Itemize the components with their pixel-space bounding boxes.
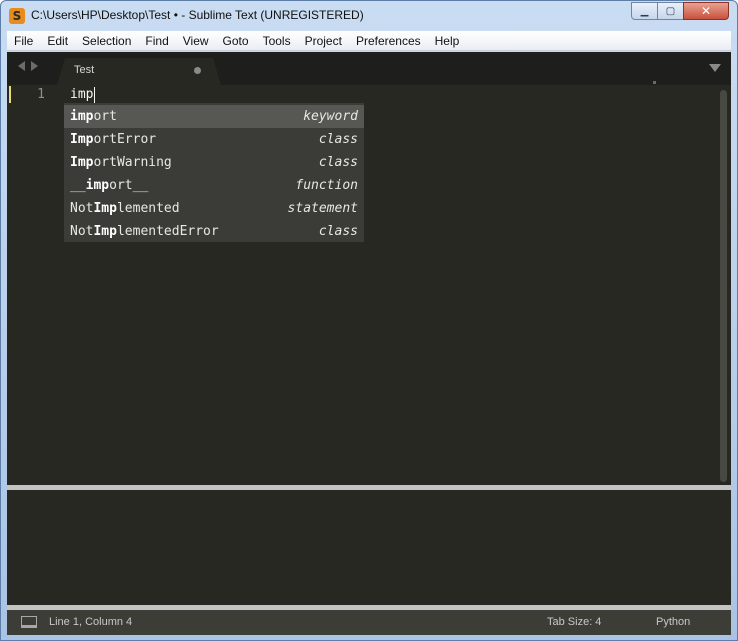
menu-help[interactable]: Help — [428, 31, 467, 51]
cursor-position: Line 1, Column 4 — [49, 616, 133, 628]
completion-item[interactable]: ImportWarning class — [64, 151, 364, 174]
completion-label: NotImplemented — [70, 201, 180, 216]
tab-bar: Test — [7, 52, 731, 85]
console-toggle-icon[interactable] — [21, 616, 37, 628]
app-window: S C:\Users\HP\Desktop\Test • - Sublime T… — [0, 0, 738, 641]
completion-item[interactable]: NotImplemented statement — [64, 197, 364, 220]
completion-label: import — [70, 109, 117, 124]
console-panel[interactable] — [9, 490, 729, 605]
completion-item[interactable]: import keyword — [64, 105, 364, 128]
completion-label: __import__ — [70, 178, 149, 193]
status-bar: Line 1, Column 4 Tab Size: 4 Python — [7, 610, 731, 635]
code-text[interactable]: imp — [70, 86, 93, 104]
text-caret — [94, 87, 96, 103]
tab-right-arrow-icon[interactable] — [31, 61, 38, 71]
menu-selection[interactable]: Selection — [75, 31, 138, 51]
menu-goto[interactable]: Goto — [216, 31, 256, 51]
menu-project[interactable]: Project — [298, 31, 349, 51]
completion-kind: keyword — [303, 109, 358, 124]
menu-view[interactable]: View — [176, 31, 216, 51]
title-bar[interactable]: S C:\Users\HP\Desktop\Test • - Sublime T… — [1, 1, 737, 31]
close-button[interactable]: ✕ — [683, 2, 729, 20]
completion-label: NotImplementedError — [70, 224, 219, 239]
current-line-marker — [9, 86, 11, 103]
completion-kind: class — [318, 155, 358, 170]
tab-left-arrow-icon[interactable] — [18, 61, 25, 71]
sublime-logo-icon: S — [9, 8, 25, 24]
tab-navigation — [18, 61, 38, 71]
tab-label[interactable]: Test — [74, 64, 94, 76]
menu-edit[interactable]: Edit — [40, 31, 75, 51]
minimize-button[interactable]: ▁ — [631, 2, 658, 20]
code-line[interactable]: imp — [70, 86, 96, 104]
line-number: 1 — [37, 87, 45, 102]
editor-client-area: Test 1 imp import keyword ImportError cl… — [7, 52, 731, 635]
maximize-button[interactable]: ▢ — [657, 2, 684, 20]
menu-preferences[interactable]: Preferences — [349, 31, 428, 51]
completion-kind: class — [318, 224, 358, 239]
tab-size-selector[interactable]: Tab Size: 4 — [547, 616, 601, 628]
menu-file[interactable]: File — [7, 31, 40, 51]
completion-kind: statement — [287, 201, 358, 216]
syntax-selector[interactable]: Python — [656, 616, 690, 628]
completion-kind: function — [295, 178, 358, 193]
menu-bar: File Edit Selection Find View Goto Tools… — [7, 31, 731, 51]
vertical-scrollbar[interactable] — [720, 90, 727, 482]
completion-item[interactable]: ImportError class — [64, 128, 364, 151]
completion-label: ImportWarning — [70, 155, 172, 170]
completion-item[interactable]: NotImplementedError class — [64, 220, 364, 243]
window-title: C:\Users\HP\Desktop\Test • - Sublime Tex… — [31, 8, 364, 22]
autocomplete-popup: import keyword ImportError class ImportW… — [64, 103, 364, 242]
completion-kind: class — [318, 132, 358, 147]
unsaved-dot-icon[interactable] — [194, 67, 201, 74]
menu-tools[interactable]: Tools — [256, 31, 298, 51]
minimap-marker — [653, 81, 656, 84]
menu-find[interactable]: Find — [138, 31, 175, 51]
completion-item[interactable]: __import__ function — [64, 174, 364, 197]
tab-list-dropdown-icon[interactable] — [709, 64, 721, 72]
window-controls: ▁ ▢ ✕ — [631, 2, 729, 20]
completion-label: ImportError — [70, 132, 157, 147]
